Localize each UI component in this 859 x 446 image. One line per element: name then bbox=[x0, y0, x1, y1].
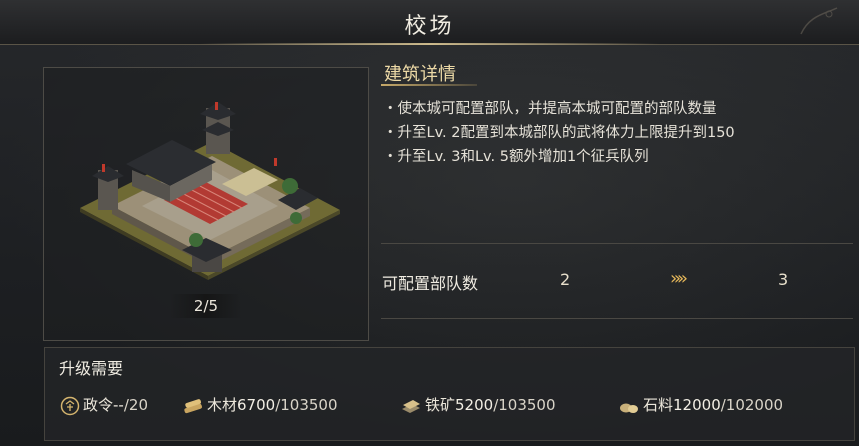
resource-current: 12000 bbox=[673, 396, 721, 414]
arrow-glyph-1: » bbox=[670, 268, 681, 289]
detail-line: ・升至Lv. 3和Lv. 5额外增加1个征兵队列 bbox=[383, 149, 649, 165]
arrow-glyph-2: » bbox=[677, 268, 688, 289]
resource-max: /103500 bbox=[493, 396, 556, 414]
requirement-decree: 政令--/20 bbox=[60, 394, 148, 416]
decree-icon bbox=[60, 396, 80, 415]
resource-current: 6700 bbox=[237, 396, 276, 414]
resource-current: 5200 bbox=[455, 396, 494, 414]
detail-line: ・升至Lv. 2配置到本城部队的武将体力上限提升到150 bbox=[383, 125, 735, 141]
requirements-title: 升级需要 bbox=[59, 359, 124, 378]
resource-max: /103500 bbox=[275, 396, 338, 414]
upgrade-arrow-icon: »» bbox=[670, 268, 688, 289]
wood-icon bbox=[184, 398, 202, 413]
stat-current-value: 2 bbox=[560, 270, 571, 289]
resource-max: /20 bbox=[123, 396, 148, 414]
requirement-wood: 木材6700/103500 bbox=[182, 394, 338, 415]
divider bbox=[381, 243, 853, 244]
resource-name: 铁矿 bbox=[425, 396, 456, 414]
resource-name: 木材 bbox=[207, 396, 238, 414]
iron-icon bbox=[402, 399, 420, 413]
details-list: ・使本城可配置部队，并提高本城可配置的部队数量 ・升至Lv. 2配置到本城部队的… bbox=[383, 97, 853, 169]
stat-next-value: 3 bbox=[778, 270, 789, 289]
building-level: 2/5 bbox=[170, 294, 242, 318]
building-image bbox=[80, 102, 340, 280]
requirement-iron: 铁矿5200/103500 bbox=[400, 394, 556, 415]
section-underline bbox=[381, 84, 477, 86]
title-divider bbox=[200, 43, 660, 45]
resource-max: /102000 bbox=[720, 396, 784, 414]
detail-line: ・使本城可配置部队，并提高本城可配置的部队数量 bbox=[383, 101, 717, 117]
divider bbox=[381, 318, 853, 319]
window-title: 校场 bbox=[404, 14, 455, 39]
ornament-icon bbox=[800, 7, 838, 35]
resource-current: -- bbox=[113, 396, 124, 414]
resource-name: 石料 bbox=[643, 396, 674, 414]
stone-icon bbox=[620, 403, 638, 413]
stat-label: 可配置部队数 bbox=[382, 274, 479, 293]
resource-name: 政令 bbox=[83, 396, 114, 414]
requirement-stone: 石料12000/102000 bbox=[618, 394, 783, 415]
